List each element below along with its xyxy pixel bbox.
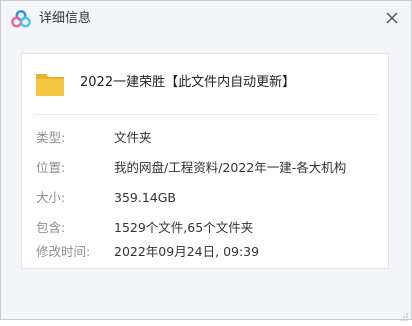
folder-icon xyxy=(34,68,66,100)
window-title: 详细信息 xyxy=(39,11,92,26)
detail-row-type: 类型: 文件夹 xyxy=(22,128,390,148)
detail-row-modified: 修改时间: 2022年09月24日, 09:39 xyxy=(22,242,390,262)
file-name: 2022一建荣胜【此文件内自动更新】 xyxy=(80,75,296,90)
contains-label: 包含: xyxy=(36,220,66,235)
details-dialog: 详细信息 2022一建荣胜【此文件内自动更新】 类型: 文件夹 位置: 我的网盘… xyxy=(0,0,412,321)
resize-grip-icon[interactable] xyxy=(399,307,409,321)
close-button[interactable] xyxy=(383,9,401,27)
detail-row-contains: 包含: 1529个文件,65个文件夹 xyxy=(22,218,390,238)
baidu-netdisk-cloud-icon xyxy=(11,9,31,29)
close-icon xyxy=(386,12,398,24)
location-label: 位置: xyxy=(36,160,66,175)
detail-row-location: 位置: 我的网盘/工程资料/2022年一建-各大机构 xyxy=(22,158,390,178)
title-bar[interactable]: 详细信息 xyxy=(1,1,411,37)
divider xyxy=(34,114,378,115)
details-panel: 2022一建荣胜【此文件内自动更新】 类型: 文件夹 位置: 我的网盘/工程资料… xyxy=(21,53,389,269)
type-label: 类型: xyxy=(36,130,66,145)
contains-value: 1529个文件,65个文件夹 xyxy=(114,220,254,235)
modified-value: 2022年09月24日, 09:39 xyxy=(114,244,260,259)
size-value: 359.14GB xyxy=(114,190,176,205)
size-label: 大小: xyxy=(36,190,66,205)
type-value: 文件夹 xyxy=(114,130,152,145)
location-value[interactable]: 我的网盘/工程资料/2022年一建-各大机构 xyxy=(114,158,346,178)
modified-label: 修改时间: xyxy=(36,244,91,259)
detail-row-size: 大小: 359.14GB xyxy=(22,188,390,208)
